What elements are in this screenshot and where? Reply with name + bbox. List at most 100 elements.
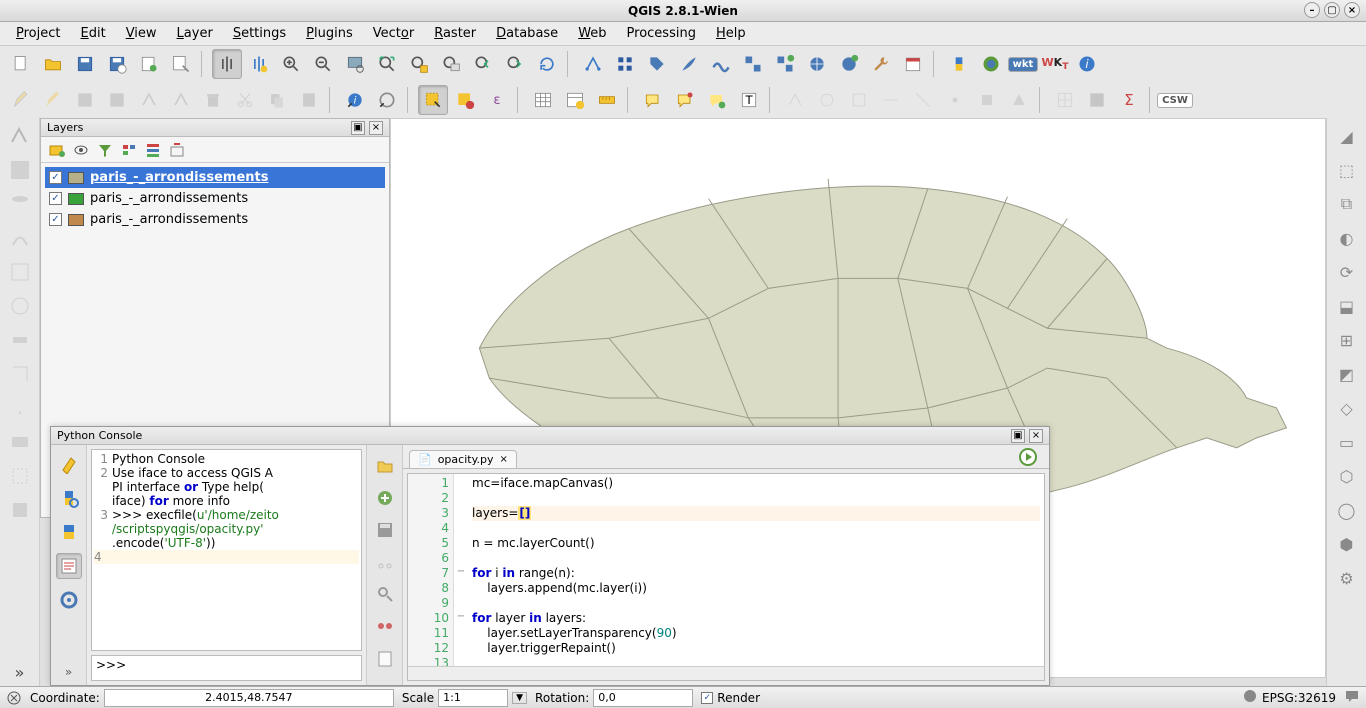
open-project-button[interactable] bbox=[38, 49, 68, 79]
new-composer-button[interactable] bbox=[134, 49, 164, 79]
add-virtual-icon[interactable] bbox=[6, 428, 34, 456]
bookmark-new-button[interactable] bbox=[702, 85, 732, 115]
add-group-icon[interactable] bbox=[47, 140, 67, 160]
right-tool-14[interactable]: ⚙ bbox=[1333, 564, 1361, 592]
collapse-all-icon[interactable] bbox=[143, 140, 163, 160]
zoom-full-button[interactable] bbox=[372, 49, 402, 79]
add-mssql-icon[interactable] bbox=[6, 258, 34, 286]
right-tool-2[interactable]: ⬚ bbox=[1333, 156, 1361, 184]
menu-project[interactable]: Project bbox=[8, 24, 69, 43]
python-input[interactable]: >>> bbox=[91, 655, 362, 681]
open-table-button[interactable] bbox=[528, 85, 558, 115]
crs-icon[interactable] bbox=[1242, 688, 1258, 707]
new-shapefile-icon[interactable] bbox=[6, 462, 34, 490]
expand-all-icon[interactable] bbox=[119, 140, 139, 160]
right-tool-11[interactable]: ⬡ bbox=[1333, 462, 1361, 490]
copy-button[interactable] bbox=[262, 85, 292, 115]
layer-row[interactable]: ✓ paris_-_arrondissements bbox=[45, 188, 385, 209]
paste-button[interactable] bbox=[294, 85, 324, 115]
coordinate-input[interactable] bbox=[104, 689, 394, 707]
toggle-extents-icon[interactable] bbox=[6, 690, 22, 706]
wkt2-button[interactable]: WKT bbox=[1040, 49, 1070, 79]
edit-toggle-button[interactable] bbox=[6, 85, 36, 115]
zoom-native-button[interactable] bbox=[340, 49, 370, 79]
rotation-input[interactable] bbox=[593, 689, 693, 707]
right-tool-4[interactable]: ◐ bbox=[1333, 224, 1361, 252]
find-icon[interactable] bbox=[374, 583, 396, 605]
measure-button[interactable] bbox=[592, 85, 622, 115]
pan-to-selection-button[interactable] bbox=[244, 49, 274, 79]
layers-panel-dock-button[interactable]: ▣ bbox=[351, 121, 365, 135]
add-spatialite-icon[interactable] bbox=[6, 224, 34, 252]
adv-digitize-8[interactable] bbox=[1004, 85, 1034, 115]
right-tool-3[interactable]: ⧉ bbox=[1333, 190, 1361, 218]
right-tool-9[interactable]: ◇ bbox=[1333, 394, 1361, 422]
right-tool-12[interactable]: ◯ bbox=[1333, 496, 1361, 524]
squares-button[interactable] bbox=[738, 49, 768, 79]
show-editor-icon[interactable] bbox=[56, 553, 82, 579]
wave-button[interactable] bbox=[706, 49, 736, 79]
add-feature-button[interactable] bbox=[102, 85, 132, 115]
deselect-button[interactable]: ε bbox=[482, 85, 512, 115]
right-tool-13[interactable]: ⬢ bbox=[1333, 530, 1361, 558]
grid-tool-button[interactable] bbox=[610, 49, 640, 79]
zoom-next-button[interactable] bbox=[500, 49, 530, 79]
adv-digitize-7[interactable] bbox=[972, 85, 1002, 115]
zoom-selection-button[interactable] bbox=[404, 49, 434, 79]
feather-button[interactable] bbox=[674, 49, 704, 79]
python-output[interactable]: 1Python Console2Use iface to access QGIS… bbox=[91, 449, 362, 651]
refresh-button[interactable] bbox=[532, 49, 562, 79]
composer-manager-button[interactable] bbox=[166, 49, 196, 79]
manage-visibility-icon[interactable] bbox=[71, 140, 91, 160]
run-button[interactable] bbox=[1017, 446, 1039, 468]
right-tool-7[interactable]: ⊞ bbox=[1333, 326, 1361, 354]
save-project-button[interactable] bbox=[70, 49, 100, 79]
add-wcs-icon[interactable] bbox=[6, 326, 34, 354]
identify-button[interactable]: i bbox=[340, 85, 370, 115]
select-expr-button[interactable] bbox=[450, 85, 480, 115]
open-file-icon[interactable] bbox=[374, 455, 396, 477]
osm-button[interactable] bbox=[976, 49, 1006, 79]
menu-vector[interactable]: Vector bbox=[365, 24, 422, 43]
globe-add-button[interactable] bbox=[834, 49, 864, 79]
menu-help[interactable]: Help bbox=[708, 24, 754, 43]
add-vector-icon[interactable] bbox=[6, 122, 34, 150]
adv-digitize-1[interactable] bbox=[780, 85, 810, 115]
info-button[interactable]: i bbox=[1072, 49, 1102, 79]
node-tool-button[interactable] bbox=[578, 49, 608, 79]
adv-digitize-5[interactable] bbox=[908, 85, 938, 115]
identify-area-button[interactable] bbox=[372, 85, 402, 115]
add-delimited-icon[interactable]: , bbox=[6, 394, 34, 422]
chevron-down-icon[interactable]: » bbox=[6, 658, 34, 686]
pan-button[interactable] bbox=[212, 49, 242, 79]
tab-close-icon[interactable]: × bbox=[500, 454, 508, 465]
zoom-last-button[interactable] bbox=[468, 49, 498, 79]
text-annotation-button[interactable]: T bbox=[734, 85, 764, 115]
python-console-close-button[interactable]: × bbox=[1029, 429, 1043, 443]
menu-settings[interactable]: Settings bbox=[225, 24, 294, 43]
globe-button[interactable] bbox=[802, 49, 832, 79]
menu-edit[interactable]: Edit bbox=[73, 24, 114, 43]
right-tool-1[interactable]: ◢ bbox=[1333, 122, 1361, 150]
clear-console-icon[interactable] bbox=[56, 451, 82, 477]
menu-plugins[interactable]: Plugins bbox=[298, 24, 361, 43]
layer-row[interactable]: ✓ paris_-_arrondissements bbox=[45, 167, 385, 188]
editor-tab[interactable]: 📄 opacity.py × bbox=[409, 450, 517, 468]
editor-scrollbar[interactable] bbox=[408, 666, 1044, 680]
python-icon[interactable] bbox=[56, 519, 82, 545]
bookmark-button[interactable] bbox=[670, 85, 700, 115]
settings-icon[interactable] bbox=[56, 587, 82, 613]
menu-view[interactable]: View bbox=[118, 24, 165, 43]
edit-pencil-button[interactable] bbox=[38, 85, 68, 115]
right-tool-6[interactable]: ⬓ bbox=[1333, 292, 1361, 320]
layer-checkbox[interactable]: ✓ bbox=[49, 213, 62, 226]
menu-database[interactable]: Database bbox=[488, 24, 566, 43]
calendar-button[interactable] bbox=[898, 49, 928, 79]
menu-raster[interactable]: Raster bbox=[426, 24, 484, 43]
node-edit-button[interactable] bbox=[166, 85, 196, 115]
field-calc-button[interactable] bbox=[560, 85, 590, 115]
code-editor[interactable]: 12345678910111213 −− mc=iface.mapCanvas(… bbox=[407, 473, 1045, 681]
cut-button[interactable] bbox=[230, 85, 260, 115]
adv-digitize-3[interactable] bbox=[844, 85, 874, 115]
cut-icon[interactable] bbox=[374, 551, 396, 573]
